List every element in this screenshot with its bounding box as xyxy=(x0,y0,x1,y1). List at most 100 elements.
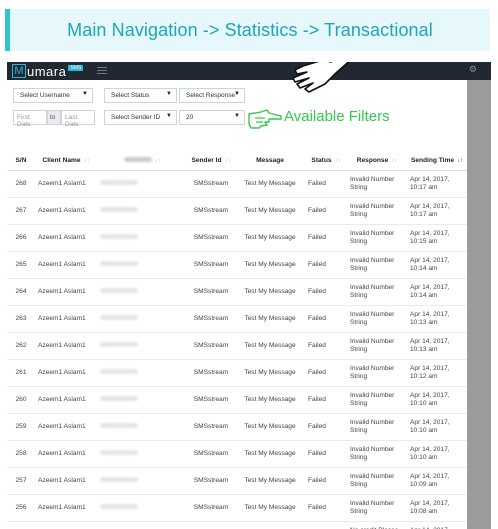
cell-sender: SMSstream xyxy=(187,332,235,360)
cell-status: Failed xyxy=(305,224,347,252)
page-size-select[interactable]: 20 ▼ xyxy=(179,110,245,125)
column-header-redacted[interactable]: ↓↑ xyxy=(97,150,187,171)
date-range-to-label: to xyxy=(50,114,56,121)
column-header-status[interactable]: Status ↓↑ xyxy=(305,150,347,171)
column-header-sending-time[interactable]: Sending Time ↓↑ xyxy=(407,150,467,171)
cell-status: Failed xyxy=(305,386,347,414)
table-header-row: S/N Client Name ↓↑ ↓↑ Sender Id ↓↑ Message… xyxy=(7,150,467,171)
cell-time: Apr 14, 2017, 10:09 am xyxy=(407,467,467,495)
status-select[interactable]: Select Status ▼ xyxy=(104,88,177,103)
sort-icon: ↓↑ xyxy=(457,157,464,164)
logo-badge: SMS xyxy=(68,65,84,71)
last-date-input[interactable]: Last Date xyxy=(61,110,95,128)
cell-client: Azeem1 Aslam1 xyxy=(35,224,97,252)
sort-icon: ↓↑ xyxy=(154,157,161,164)
date-range-separator: to xyxy=(47,110,61,125)
redacted-value xyxy=(100,288,138,293)
pointing-hand-green-icon xyxy=(248,109,282,129)
cell-sn: 257 xyxy=(7,467,35,495)
cell-time: Apr 14, 2017, 10:10 am xyxy=(407,413,467,441)
column-header-response[interactable]: Response ↓↑ xyxy=(347,150,407,171)
redacted-value xyxy=(100,369,138,374)
first-date-input[interactable]: First Date xyxy=(13,110,47,128)
cell-redacted xyxy=(97,224,187,252)
redacted-header-text xyxy=(123,156,152,162)
cell-message: Test My Message xyxy=(235,386,305,414)
cell-time: Apr 14, 2017, 10:08 am xyxy=(407,494,467,522)
cell-sender: SMSstream xyxy=(187,413,235,441)
table-row: 266 Azeem1 Aslam1 SMSstream Test My Message… xyxy=(7,224,467,252)
cell-response: Invalid Number String xyxy=(347,278,407,306)
cell-redacted xyxy=(97,386,187,414)
cell-response: Invalid Number String xyxy=(347,494,407,522)
table-row: 255Azeem1 Aslam1 SMSstreamTest My Message… xyxy=(7,521,467,529)
cell-status: Failed xyxy=(305,197,347,225)
table-row: 264 Azeem1 Aslam1 SMSstream Test My Message… xyxy=(7,278,467,306)
redacted-value xyxy=(100,315,138,320)
sender-id-select[interactable]: Select Sender ID ▼ xyxy=(104,110,177,125)
cell-sender: SMSstream xyxy=(187,467,235,495)
cell-time: Apr 14, 2017, 10:17 am xyxy=(407,197,467,225)
table-row: 262 Azeem1 Aslam1 SMSstream Test My Message… xyxy=(7,332,467,360)
cell-sn: 260 xyxy=(7,386,35,414)
response-select[interactable]: Select Response ▼ xyxy=(179,88,245,103)
table-body: 268 Azeem1 Aslam1 SMSstream Test My Message… xyxy=(7,170,467,529)
cell-sender: SMSstream xyxy=(187,224,235,252)
cell-message: Test My Message xyxy=(235,278,305,306)
cell-status: Failed xyxy=(305,170,347,198)
table-row: 267 Azeem1 Aslam1 SMSstream Test My Message… xyxy=(7,197,467,225)
navigation-path-text: Main Navigation -> Statistics -> Transac… xyxy=(67,19,433,40)
column-header-message[interactable]: Message xyxy=(235,150,305,171)
redacted-value xyxy=(100,342,138,347)
cell-sn: 261 xyxy=(7,359,35,387)
last-date-placeholder: Last Date xyxy=(65,114,79,128)
cell-response: Invalid Number String xyxy=(347,170,407,198)
cell-response: No credit Please upgrade your xyxy=(347,521,407,529)
cell-time: Apr 14, 2017, 10:14 am xyxy=(407,251,467,279)
column-header-client-name[interactable]: Client Name ↓↑ xyxy=(35,150,97,171)
cell-sn: 256 xyxy=(7,494,35,522)
cell-sn: 266 xyxy=(7,224,35,252)
column-header-sn[interactable]: S/N xyxy=(7,150,35,171)
cell-message: Test My Message xyxy=(235,521,305,529)
redacted-value xyxy=(100,261,138,266)
cell-response: Invalid Number String xyxy=(347,197,407,225)
cell-client: Azeem1 Aslam1 xyxy=(35,278,97,306)
cell-status: Failed xyxy=(305,413,347,441)
navigation-path-banner: Main Navigation -> Statistics -> Transac… xyxy=(5,9,490,51)
cell-sn: 259 xyxy=(7,413,35,441)
cell-message: Test My Message xyxy=(235,467,305,495)
cell-sn: 255 xyxy=(7,521,35,529)
cell-sn: 267 xyxy=(7,197,35,225)
cell-client: Azeem1 Aslam1 xyxy=(35,305,97,333)
column-header-sender-id[interactable]: Sender Id ↓↑ xyxy=(187,150,235,171)
username-select[interactable]: Select Username ▼ xyxy=(13,88,93,103)
redacted-value xyxy=(100,423,138,428)
column-header-sending-time-label: Sending Time xyxy=(410,156,455,164)
cell-response: Invalid Number String xyxy=(347,251,407,279)
cell-redacted xyxy=(97,359,187,387)
cell-redacted xyxy=(97,332,187,360)
cell-redacted xyxy=(97,251,187,279)
cell-redacted xyxy=(97,413,187,441)
logo[interactable]: M umara SMS xyxy=(12,63,84,79)
table-row: 259 Azeem1 Aslam1 SMSstream Test My Message… xyxy=(7,413,467,441)
table-row: 256 Azeem1 Aslam1 SMSstream Test My Message… xyxy=(7,494,467,522)
cell-time: Apr 14, 2017, 10:12 am xyxy=(407,359,467,387)
settings-icon[interactable]: ⚙ xyxy=(469,64,477,75)
pointing-hand-icon xyxy=(292,62,350,93)
column-header-sender-id-label: Sender Id xyxy=(191,156,222,164)
redacted-value xyxy=(100,234,138,239)
first-date-placeholder: First Date xyxy=(17,114,31,128)
cell-client: Azeem1 Aslam1 xyxy=(35,197,97,225)
redacted-value xyxy=(100,207,138,212)
sort-icon: ↓↑ xyxy=(83,157,90,164)
vertical-scrollbar[interactable] xyxy=(467,80,491,529)
cell-sn: 263 xyxy=(7,305,35,333)
menu-toggle-icon[interactable] xyxy=(97,67,107,76)
cell-client: Azeem1 Aslam1 xyxy=(35,413,97,441)
page-size-value: 20 xyxy=(186,114,194,121)
cell-client: Azeem1 Aslam1 xyxy=(35,386,97,414)
cell-status: Failed xyxy=(305,278,347,306)
cell-client: Azeem1 Aslam1 xyxy=(35,494,97,522)
